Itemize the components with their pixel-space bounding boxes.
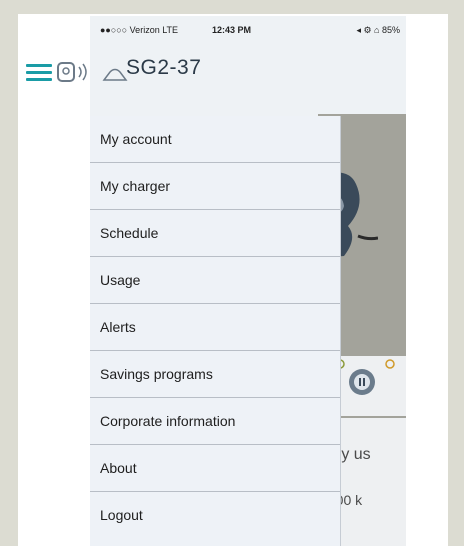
- clock: 12:43 PM: [212, 25, 252, 35]
- hamburger-menu-icon[interactable]: [26, 64, 52, 82]
- menu-item-schedule[interactable]: Schedule: [90, 210, 340, 257]
- battery-status: ◂ ⚙ ⌂ 85%: [356, 25, 400, 35]
- charger-status-icon: [57, 62, 87, 82]
- status-bar: ●●○○○ Verizon LTE 12:43 PM ◂ ⚙ ⌂ 85%: [90, 16, 406, 44]
- menu-item-my-charger[interactable]: My charger: [90, 163, 340, 210]
- menu-item-logout[interactable]: Logout: [90, 492, 340, 539]
- carrier-label: ●●○○○ Verizon LTE: [100, 25, 179, 35]
- cloud-icon: [102, 68, 128, 81]
- phone-screen: ●●○○○ Verizon LTE 12:43 PM ◂ ⚙ ⌂ 85% My …: [18, 14, 448, 546]
- menu-item-about[interactable]: About: [90, 445, 340, 492]
- navigation-drawer: My account My charger Schedule Usage Ale…: [90, 116, 341, 546]
- menu-item-alerts[interactable]: Alerts: [90, 304, 340, 351]
- device-name-title: SG2-37: [126, 56, 202, 79]
- menu-item-usage[interactable]: Usage: [90, 257, 340, 304]
- menu-item-corporate-information[interactable]: Corporate information: [90, 398, 340, 445]
- menu-item-my-account[interactable]: My account: [90, 116, 340, 163]
- menu-item-savings-programs[interactable]: Savings programs: [90, 351, 340, 398]
